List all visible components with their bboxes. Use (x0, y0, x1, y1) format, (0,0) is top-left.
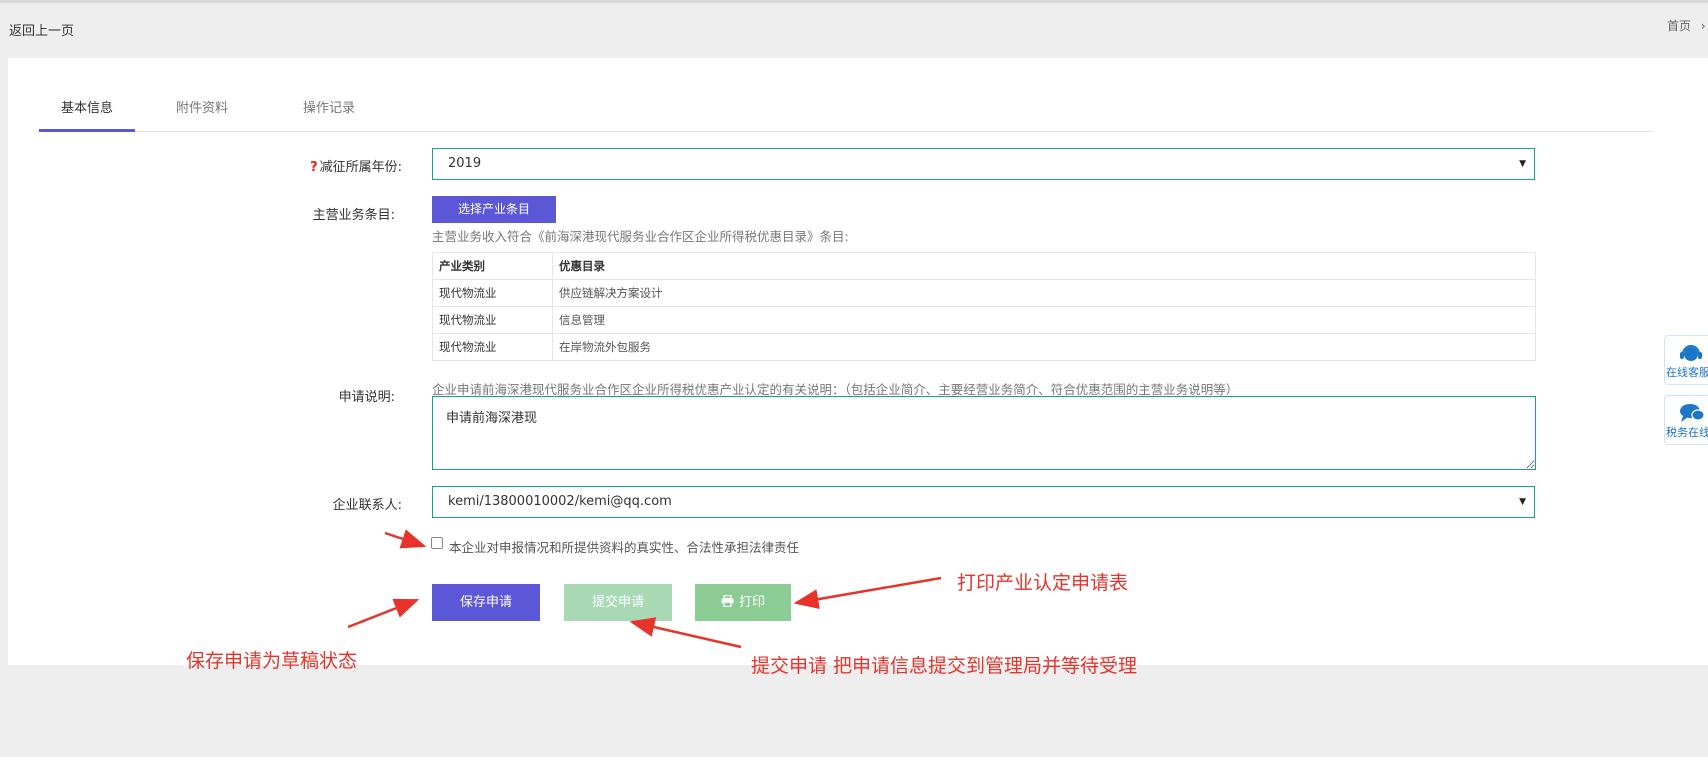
breadcrumb-home[interactable]: 首页 (1667, 19, 1691, 33)
table-cell: 信息管理 (552, 306, 1536, 334)
print-button-label: 打印 (738, 595, 765, 610)
chat-icon (1680, 404, 1705, 422)
headset-icon (1680, 345, 1702, 361)
printer-icon (721, 594, 734, 608)
caret-down-icon: ▼ (1519, 159, 1526, 169)
breadcrumb: 首页 › (1667, 17, 1706, 34)
industry-table: 产业类别 优惠目录 现代物流业 供应链解决方案设计 现代物流业 信息管理 现代物… (432, 252, 1536, 361)
table-cell: 现代物流业 (432, 333, 553, 361)
year-select-value: 2019 (448, 156, 482, 171)
declaration-checkbox[interactable] (431, 537, 443, 549)
online-service-button[interactable]: 在线客服 (1664, 335, 1708, 385)
breadcrumb-separator: › (1700, 19, 1706, 33)
back-link[interactable]: 返回上一页 (9, 20, 74, 39)
annotation-save: 保存申请为草稿状态 (186, 650, 358, 672)
table-row: 现代物流业 供应链解决方案设计 (432, 279, 1536, 307)
tax-online-label: 税务在线 (1666, 426, 1708, 439)
tab-basic-info[interactable]: 基本信息 (39, 86, 135, 132)
tab-bar: 基本信息 附件资料 操作记录 (39, 86, 1653, 132)
contact-select[interactable]: kemi/13800010002/kemi@qq.com ▼ (432, 486, 1535, 518)
declaration-label[interactable]: 本企业对申报情况和所提供资料的真实性、合法性承担法律责任 (449, 537, 799, 556)
tab-operation-log[interactable]: 操作记录 (281, 86, 377, 131)
table-cell: 在岸物流外包服务 (552, 333, 1536, 361)
caret-down-icon: ▼ (1519, 497, 1526, 507)
print-button[interactable]: 打印 (695, 584, 791, 621)
online-service-label: 在线客服 (1666, 366, 1708, 379)
table-cell: 现代物流业 (432, 279, 553, 307)
select-industry-button[interactable]: 选择产业条目 (432, 196, 556, 223)
contact-select-value: kemi/13800010002/kemi@qq.com (448, 494, 672, 509)
table-row: 现代物流业 信息管理 (432, 306, 1536, 334)
table-header-catalog: 优惠目录 (552, 252, 1536, 280)
description-textarea[interactable]: 申请前海深港现 (432, 396, 1536, 470)
year-label: ? 减征所属年份: (310, 156, 402, 175)
top-divider (0, 0, 1708, 3)
annotation-submit: 提交申请 把申请信息提交到管理局并等待受理 (751, 655, 1138, 677)
table-cell: 现代物流业 (432, 306, 553, 334)
save-application-button[interactable]: 保存申请 (432, 584, 540, 621)
table-cell: 供应链解决方案设计 (552, 279, 1536, 307)
business-label: 主营业务条目: (312, 208, 395, 223)
table-header-category: 产业类别 (432, 252, 553, 280)
table-row: 现代物流业 在岸物流外包服务 (432, 333, 1536, 361)
table-header-row: 产业类别 优惠目录 (432, 252, 1536, 280)
tab-attachments[interactable]: 附件资料 (154, 86, 250, 131)
submit-application-button[interactable]: 提交申请 (564, 584, 672, 621)
required-mark: ? (310, 160, 318, 175)
tax-online-button[interactable]: 税务在线 (1664, 395, 1708, 445)
annotation-print: 打印产业认定申请表 (957, 572, 1129, 594)
year-label-text: 减征所属年份: (319, 160, 402, 175)
description-label: 申请说明: (338, 390, 395, 405)
contact-label: 企业联系人: (332, 498, 402, 513)
year-select[interactable]: 2019 ▼ (432, 148, 1535, 180)
business-hint: 主营业务收入符合《前海深港现代服务业合作区企业所得税优惠目录》条目: (432, 229, 849, 244)
